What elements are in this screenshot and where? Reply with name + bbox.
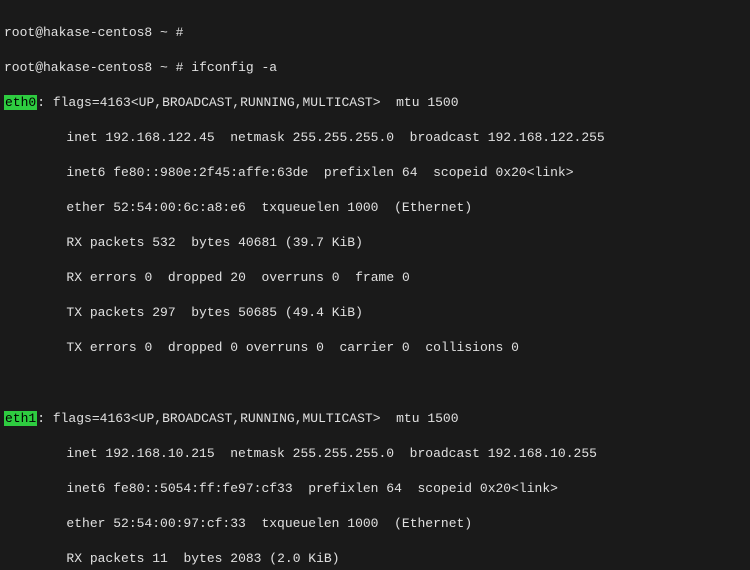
iface-eth0-rxerr: RX errors 0 dropped 20 overruns 0 frame … bbox=[4, 269, 746, 287]
blank bbox=[4, 374, 746, 392]
prompt-cwd: ~ bbox=[160, 60, 168, 75]
prompt-userhost: root@hakase-centos8 bbox=[4, 25, 152, 40]
iface-eth1-inet: inet 192.168.10.215 netmask 255.255.255.… bbox=[4, 445, 746, 463]
iface-eth0-inet: inet 192.168.122.45 netmask 255.255.255.… bbox=[4, 129, 746, 147]
iface-eth0-rxpkts: RX packets 532 bytes 40681 (39.7 KiB) bbox=[4, 234, 746, 252]
iface-eth1-inet6: inet6 fe80::5054:ff:fe97:cf33 prefixlen … bbox=[4, 480, 746, 498]
prompt-cwd: ~ bbox=[160, 25, 168, 40]
iface-eth1-ether: ether 52:54:00:97:cf:33 txqueuelen 1000 … bbox=[4, 515, 746, 533]
iface-eth1-rxpkts: RX packets 11 bytes 2083 (2.0 KiB) bbox=[4, 550, 746, 568]
iface-eth0-header: eth0: flags=4163<UP,BROADCAST,RUNNING,MU… bbox=[4, 94, 746, 112]
iface-eth0-ether: ether 52:54:00:6c:a8:e6 txqueuelen 1000 … bbox=[4, 199, 746, 217]
iface-name-eth1: eth1 bbox=[4, 411, 37, 426]
prompt-line-1: root@hakase-centos8 ~ # bbox=[4, 24, 746, 42]
prompt-userhost: root@hakase-centos8 bbox=[4, 60, 152, 75]
command-text: ifconfig -a bbox=[191, 60, 277, 75]
iface-eth0-txerr: TX errors 0 dropped 0 overruns 0 carrier… bbox=[4, 339, 746, 357]
prompt-symbol: # bbox=[176, 60, 184, 75]
iface-eth0-inet6: inet6 fe80::980e:2f45:affe:63de prefixle… bbox=[4, 164, 746, 182]
prompt-line-2: root@hakase-centos8 ~ # ifconfig -a bbox=[4, 59, 746, 77]
iface-eth0-txpkts: TX packets 297 bytes 50685 (49.4 KiB) bbox=[4, 304, 746, 322]
iface-eth1-header: eth1: flags=4163<UP,BROADCAST,RUNNING,MU… bbox=[4, 410, 746, 428]
iface-name-eth0: eth0 bbox=[4, 95, 37, 110]
prompt-symbol: # bbox=[176, 25, 184, 40]
terminal-window[interactable]: root@hakase-centos8 ~ # root@hakase-cent… bbox=[0, 0, 750, 570]
